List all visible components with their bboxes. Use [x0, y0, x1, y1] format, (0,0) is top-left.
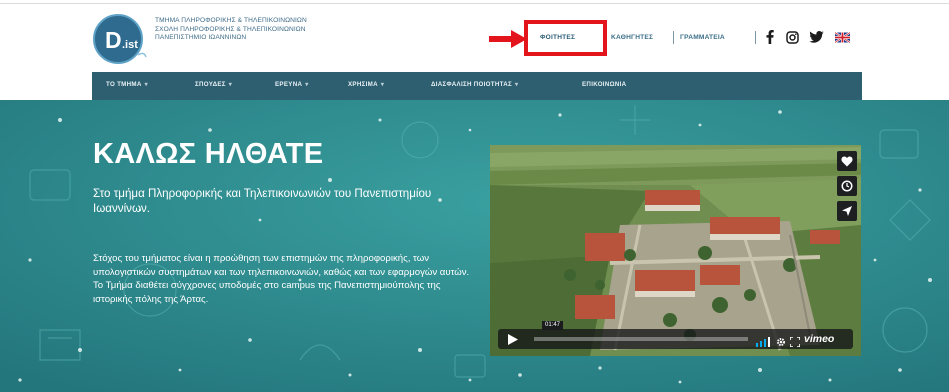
nav-item-label: ΧΡΗΣΙΜΑ [348, 81, 378, 88]
chevron-down-icon: ▾ [305, 82, 309, 88]
video-player[interactable]: 01:47 vimeo [490, 145, 861, 356]
chevron-down-icon: ▾ [380, 82, 385, 88]
hero-section: ΚΑΛΩΣ ΗΛΘΑΤΕ Στο τμήμα Πληροφορικής και … [0, 100, 949, 392]
nav-item-department[interactable]: ΤΟ ΤΜΗΜΑ ▾ [106, 81, 148, 88]
hero-title: ΚΑΛΩΣ ΗΛΘΑΤΕ [93, 138, 324, 170]
nav-item-useful[interactable]: ΧΡΗΣΙΜΑ ▾ [348, 81, 384, 88]
vimeo-logo[interactable]: vimeo [804, 333, 834, 345]
uk-flag-icon[interactable] [834, 29, 850, 45]
nav-item-label: ΤΟ ΤΜΗΜΑ [106, 81, 142, 88]
svg-text:.ist: .ist [122, 39, 138, 51]
volume-icon[interactable] [756, 334, 770, 352]
hero-subtitle: Στο τμήμα Πληροφορικής και Τηλεπικοινωνι… [93, 187, 432, 215]
header-divider [0, 3, 949, 4]
nav-item-label: ΣΠΟΥΔΕΣ [195, 81, 226, 88]
twitter-icon[interactable] [808, 29, 824, 45]
logo-text-hidden: D.ist [0, 0, 1, 1]
instagram-icon[interactable] [785, 29, 799, 45]
top-link-secretary[interactable]: ΓΡΑΜΜΑΤΕΙΑ [680, 34, 725, 41]
clock-icon[interactable] [837, 176, 857, 196]
nav-item-contact[interactable]: ΕΠΙΚΟΙΝΩΝΙΑ [582, 81, 626, 88]
svg-text:D: D [105, 27, 122, 53]
nav-item-label: ΕΠΙΚΟΙΝΩΝΙΑ [582, 81, 627, 88]
top-link-students[interactable]: ΦΟΙΤΗΤΕΣ [540, 34, 575, 41]
red-arrow-icon [489, 30, 527, 48]
nav-item-quality-assurance[interactable]: ΔΙΑΣΦΑΛΙΣΗ ΠΟΙΟΤΗΤΑΣ ▾ [431, 81, 518, 88]
top-link-separator [673, 31, 674, 44]
settings-icon[interactable] [776, 334, 786, 352]
top-link-teachers[interactable]: ΚΑΘΗΓΗΤΕΣ [611, 34, 653, 41]
play-icon[interactable] [498, 329, 528, 349]
institution-line-university: ΠΑΝΕΠΙΣΤΗΜΙΟ ΙΩΑΝΝΙΝΩΝ [155, 34, 247, 42]
hero-description: Στόχος του τμήματος είναι η προώθηση των… [93, 253, 470, 305]
nav-item-label: ΕΡΕΥΝΑ [275, 81, 303, 88]
chevron-down-icon: ▾ [144, 82, 148, 88]
institution-line-school: ΣΧΟΛΗ ΠΛΗΡΟΦΟΡΙΚΗΣ & ΤΗΛΕΠΙΚΟΙΝΩΝΙΩΝ [155, 25, 306, 33]
video-controls-bar: 01:47 vimeo [498, 321, 853, 352]
site-logo[interactable]: D .ist [92, 13, 148, 65]
nav-item-label: ΔΙΑΣΦΑΛΙΣΗ ΠΟΙΟΤΗΤΑΣ [431, 81, 513, 88]
logo-icon: D .ist [93, 14, 147, 64]
institution-name: ΤΜΗΜΑ ΠΛΗΡΟΦΟΡΙΚΗΣ & ΤΗΛΕΠΙΚΟΙΝΩΝΙΩΝ ΣΧΟ… [155, 17, 385, 43]
top-link-separator [755, 31, 756, 44]
facebook-icon[interactable] [764, 29, 776, 45]
chevron-down-icon: ▾ [228, 82, 233, 88]
nav-item-research[interactable]: ΕΡΕΥΝΑ ▾ [275, 81, 309, 88]
nav-item-studies[interactable]: ΣΠΟΥΔΕΣ ▾ [195, 81, 232, 88]
heart-icon[interactable] [837, 151, 857, 171]
share-icon[interactable] [837, 201, 857, 221]
site-header: D .ist D.ist ΤΜΗΜΑ ΠΛΗΡΟΦΟΡΙΚΗΣ & ΤΗΛΕΠΙ… [0, 0, 949, 72]
video-time-label: 01:47 [542, 321, 564, 330]
video-progress-bar[interactable] [534, 337, 748, 341]
fullscreen-icon[interactable] [789, 334, 801, 352]
chevron-down-icon: ▾ [515, 82, 519, 88]
main-navigation: ΤΟ ΤΜΗΜΑ ▾ ΣΠΟΥΔΕΣ ▾ ΕΡΕΥΝΑ ▾ ΧΡΗΣΙΜΑ ▾ ΔΙΑΣ… [92, 72, 862, 100]
institution-line-department: ΤΜΗΜΑ ΠΛΗΡΟΦΟΡΙΚΗΣ & ΤΗΛΕΠΙΚΟΙΝΩΝΙΩΝ [155, 17, 307, 24]
